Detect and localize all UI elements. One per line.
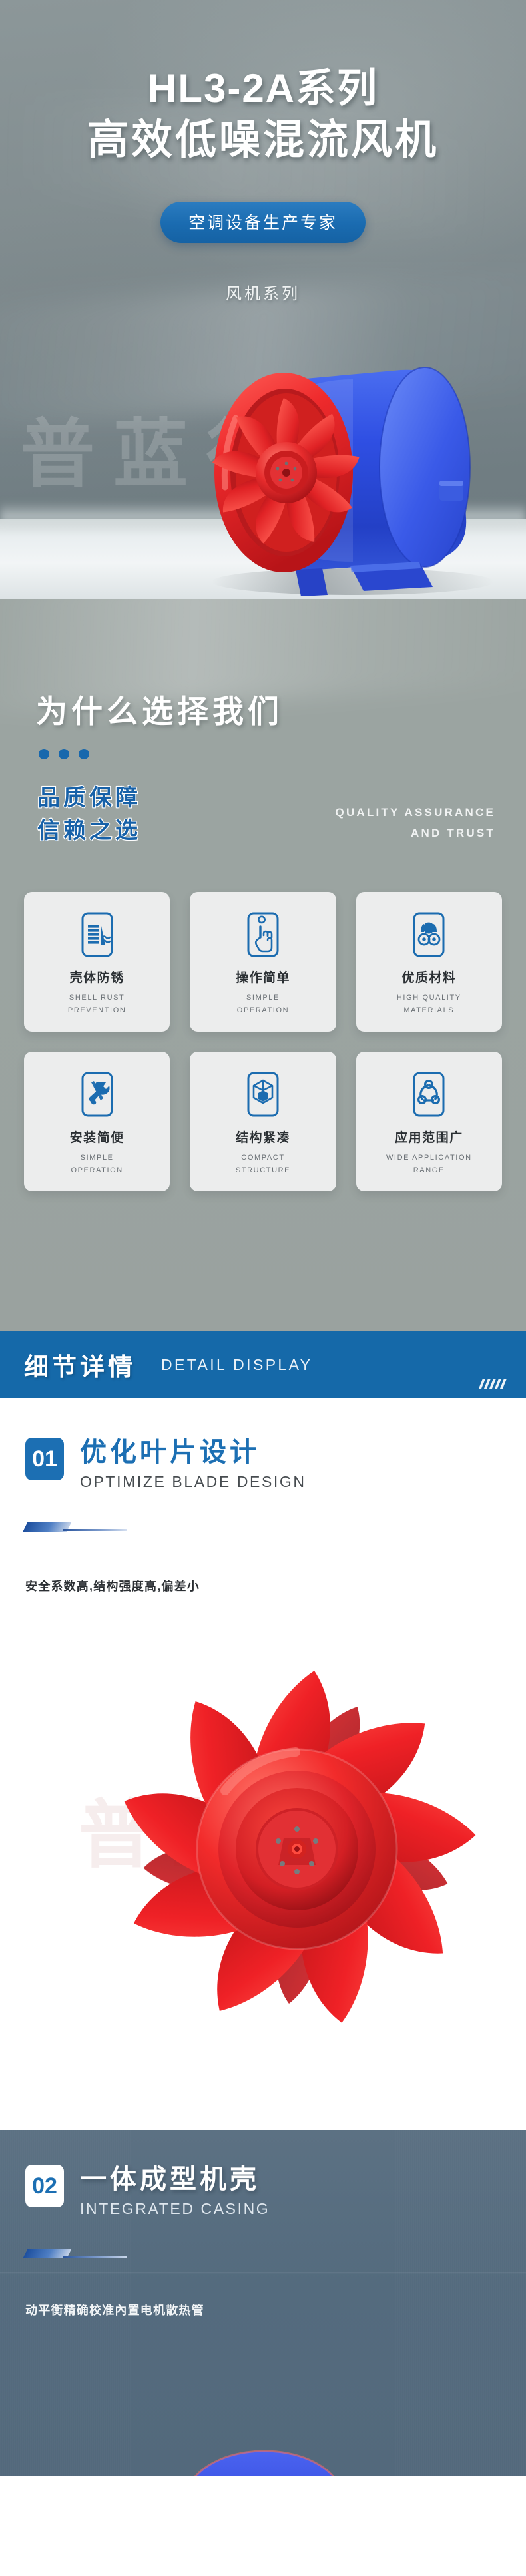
- hero-title-line1: HL3-2A系列: [147, 66, 379, 110]
- feature-card-subtitle: COMPACT STRUCTURE: [235, 1153, 291, 1174]
- feature-card[interactable]: 安装简便 SIMPLE OPERATION: [24, 1051, 170, 1191]
- section-02-fan-image: [181, 2448, 348, 2476]
- feature-card-title: 优质材料: [401, 970, 457, 985]
- section-description: 动平衡精确校准內置电机散热管: [25, 2303, 204, 2317]
- section-title-en: OPTIMIZE BLADE DESIGN: [80, 1472, 306, 1490]
- steel-coils-icon: [411, 911, 446, 959]
- section-01-header: 01 优化叶片设计 OPTIMIZE BLADE DESIGN: [0, 1398, 526, 1491]
- section-02-band: [0, 2272, 526, 2274]
- dot-2: [59, 749, 69, 759]
- section-number-badge: 02: [25, 2165, 64, 2207]
- feature-card[interactable]: 操作简单 SIMPLE OPERATION: [190, 891, 336, 1032]
- why-choose-us-section: 为什么选择我们 品质保障 信赖之选 QUALITY ASSURANCE AND …: [0, 599, 526, 1331]
- divider-rule: [63, 2255, 127, 2258]
- feature-card-subtitle: HIGH QUALITY MATERIALS: [396, 993, 461, 1014]
- banner-title-en: DETAIL DISPLAY: [161, 1355, 313, 1373]
- feature-card-grid: 壳体防锈 SHELL RUST PREVENTION 操作简单 SIMPLE O…: [24, 891, 502, 1191]
- banner-slash-decoration: [478, 1379, 507, 1389]
- feature-card[interactable]: 壳体防锈 SHELL RUST PREVENTION: [24, 891, 170, 1032]
- detail-display-banner: 细节详情 DETAIL DISPLAY: [0, 1331, 526, 1398]
- hero-subtitle: 风机系列: [226, 284, 300, 303]
- section-divider: [23, 2248, 127, 2258]
- hero-section: 普蓝得 HL3-2A系列 高效低噪混流风机 空调设备生产专家 风机系列: [0, 0, 526, 599]
- section-divider: [23, 1521, 127, 1532]
- detail-section-01: 01 优化叶片设计 OPTIMIZE BLADE DESIGN 安全系数高,结构…: [0, 1398, 526, 2130]
- hero-title: HL3-2A系列 高效低噪混流风机: [0, 64, 526, 166]
- network-nodes-icon: [411, 1070, 446, 1118]
- feature-card-subtitle: WIDE APPLICATION RANGE: [386, 1153, 472, 1174]
- feature-card-title: 壳体防锈: [69, 970, 125, 985]
- rust-prevention-icon: [80, 911, 115, 959]
- feature-card-title: 结构紧凑: [235, 1130, 290, 1145]
- divider-rule: [63, 1528, 127, 1531]
- section-number-badge: 01: [25, 1438, 64, 1480]
- section-description: 安全系数高,结构强度高,偏差小: [25, 1579, 200, 1593]
- hero-title-line2: 高效低噪混流风机: [87, 117, 439, 164]
- section-title-en: INTEGRATED CASING: [80, 2199, 270, 2217]
- feature-card-title: 安装简便: [69, 1130, 125, 1145]
- dot-1: [39, 749, 49, 759]
- touch-hand-icon: [246, 911, 280, 959]
- feature-card-subtitle: SIMPLE OPERATION: [71, 1153, 123, 1174]
- section-02-header: 02 一体成型机壳 INTEGRATED CASING: [0, 2130, 526, 2218]
- cube-structure-icon: [246, 1070, 280, 1118]
- why-slogan-en-line2: AND TRUST: [410, 827, 495, 840]
- dot-3: [79, 749, 89, 759]
- section-01-titles: 优化叶片设计 OPTIMIZE BLADE DESIGN: [80, 1438, 306, 1491]
- feature-card[interactable]: 优质材料 HIGH QUALITY MATERIALS: [356, 891, 502, 1032]
- hero-product-fan-image: [153, 318, 526, 599]
- feature-card-subtitle: SHELL RUST PREVENTION: [67, 993, 127, 1014]
- wrench-screwdriver-icon: [80, 1070, 115, 1118]
- why-heading: 为什么选择我们: [36, 694, 283, 729]
- why-slogan-cn: 品质保障 信赖之选: [37, 782, 141, 848]
- why-slogan-row: 品质保障 信赖之选 QUALITY ASSURANCE AND TRUST: [37, 782, 495, 848]
- why-slogan-cn-line1: 品质保障: [37, 785, 141, 811]
- why-slogan-en-line1: QUALITY ASSURANCE: [335, 805, 495, 819]
- section-02-titles: 一体成型机壳 INTEGRATED CASING: [80, 2165, 270, 2218]
- product-detail-page: 普蓝得 HL3-2A系列 高效低噪混流风机 空调设备生产专家 风机系列 为什么选…: [0, 0, 526, 2576]
- decorative-dots: [39, 749, 502, 759]
- hero-content: HL3-2A系列 高效低噪混流风机 空调设备生产专家 风机系列: [0, 0, 526, 304]
- feature-card[interactable]: 应用范围广 WIDE APPLICATION RANGE: [356, 1051, 502, 1191]
- feature-card-subtitle: SIMPLE OPERATION: [236, 993, 290, 1014]
- impeller-product-image: [84, 1615, 510, 2081]
- detail-section-02: 02 一体成型机壳 INTEGRATED CASING 动平衡精确校准內置电机散…: [0, 2130, 526, 2476]
- hero-badge[interactable]: 空调设备生产专家: [160, 201, 366, 243]
- feature-card-title: 应用范围广: [395, 1130, 463, 1145]
- feature-card[interactable]: 结构紧凑 COMPACT STRUCTURE: [190, 1051, 336, 1191]
- section-title-cn: 一体成型机壳: [80, 2165, 260, 2194]
- why-slogan-en: QUALITY ASSURANCE AND TRUST: [336, 802, 495, 848]
- why-slogan-cn-line2: 信赖之选: [37, 818, 141, 844]
- feature-card-title: 操作简单: [235, 970, 290, 985]
- banner-title-cn: 细节详情: [24, 1353, 136, 1381]
- section-title-cn: 优化叶片设计: [80, 1438, 260, 1467]
